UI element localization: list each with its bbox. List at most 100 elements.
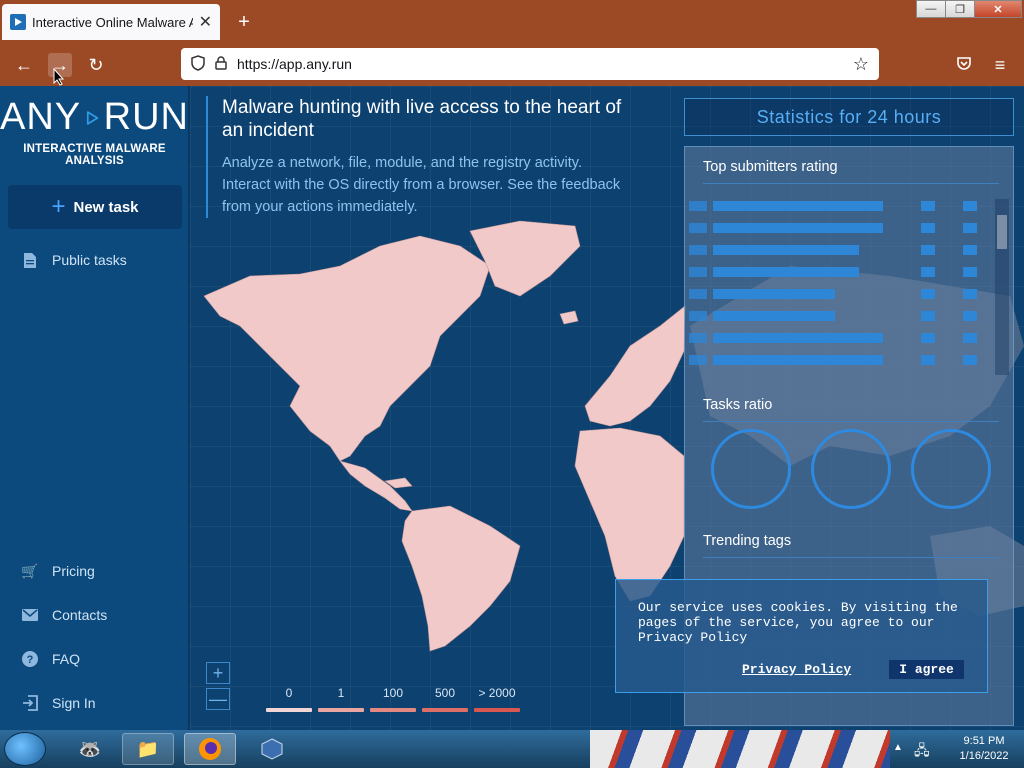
- section-title: Top submitters rating: [703, 159, 838, 175]
- windows-taskbar: 🦝 📁 ▲ 🖧 9:51 PM 1/16/2022: [0, 730, 1024, 768]
- list-item[interactable]: [689, 327, 989, 349]
- cookie-text: Our service uses cookies. By visiting th…: [638, 600, 958, 645]
- list-item[interactable]: [689, 195, 989, 217]
- section-title: Trending tags: [703, 533, 792, 549]
- mouse-cursor-icon: [53, 68, 65, 86]
- list-item[interactable]: [689, 217, 989, 239]
- page-content: ANY RUN INTERACTIVE MALWARE ANALYSIS + N…: [0, 86, 1024, 730]
- headline-title: Malware hunting with live access to the …: [222, 97, 622, 141]
- url-text[interactable]: https://app.any.run: [237, 56, 843, 72]
- agree-button[interactable]: I agree: [889, 660, 964, 679]
- new-task-label: New task: [73, 198, 139, 216]
- network-icon[interactable]: 🖧: [914, 740, 930, 764]
- sidebar-item-label: FAQ: [52, 651, 81, 667]
- ratio-ring-chart[interactable]: [711, 429, 791, 509]
- legend-label: 1: [337, 686, 345, 700]
- sidebar-item-contacts[interactable]: Contacts: [22, 607, 107, 623]
- headline-block: Malware hunting with live access to the …: [206, 96, 626, 218]
- privacy-policy-link[interactable]: Privacy Policy: [742, 662, 851, 677]
- logo-play-icon: [87, 110, 99, 125]
- window-controls: — ❐ ✕: [916, 0, 1022, 18]
- help-icon: ?: [22, 651, 38, 667]
- browser-navbar: ← → ↻ https://app.any.run ☆ ≡: [0, 44, 1024, 86]
- minimize-button[interactable]: —: [916, 0, 946, 18]
- ratio-ring-chart[interactable]: [811, 429, 891, 509]
- list-item[interactable]: [689, 305, 989, 327]
- clock-time: 9:51 PM: [963, 735, 1005, 747]
- list-item[interactable]: [689, 283, 989, 305]
- list-item[interactable]: [689, 239, 989, 261]
- sidebar-item-label: Contacts: [52, 607, 108, 623]
- menu-icon[interactable]: ≡: [988, 53, 1012, 77]
- list-item[interactable]: [689, 349, 989, 371]
- legend-label: 500: [434, 686, 456, 700]
- mail-icon: [22, 607, 38, 623]
- map-zoom-controls: + —: [206, 662, 230, 714]
- shield-icon[interactable]: [191, 54, 205, 74]
- svg-text:?: ?: [27, 654, 34, 666]
- logo-text-right: RUN: [103, 96, 189, 138]
- legend-label: > 2000: [478, 686, 516, 700]
- statistics-header[interactable]: Statistics for 24 hours: [684, 98, 1014, 136]
- clock-date: 1/16/2022: [959, 750, 1009, 762]
- browser-titlebar: Interactive Online Malware Ana ✕ + — ❐ ✕: [0, 0, 1024, 44]
- sidebar-item-pricing[interactable]: 🛒 Pricing: [21, 563, 95, 580]
- virtualbox-icon[interactable]: [246, 733, 298, 765]
- trending-tags-section: Trending tags: [703, 533, 999, 558]
- file-explorer-icon[interactable]: 📁: [122, 733, 174, 765]
- bookmark-star-icon[interactable]: ☆: [853, 54, 869, 75]
- legend-swatch: [474, 708, 520, 712]
- sidebar: ANY RUN INTERACTIVE MALWARE ANALYSIS + N…: [0, 86, 189, 730]
- taskbar-wallpaper-strip: [590, 730, 890, 768]
- legend-swatch: [370, 708, 416, 712]
- tray-chevron-icon[interactable]: ▲: [893, 742, 903, 753]
- legend-swatch: [318, 708, 364, 712]
- restore-button[interactable]: ❐: [945, 0, 975, 18]
- reload-icon[interactable]: ↻: [84, 53, 108, 77]
- legend-label: 0: [285, 686, 293, 700]
- logo-tagline: INTERACTIVE MALWARE ANALYSIS: [23, 143, 166, 167]
- scrollbar-thumb[interactable]: [997, 215, 1007, 249]
- legend-item: 0: [266, 686, 312, 712]
- list-item[interactable]: [689, 261, 989, 283]
- zoom-out-button[interactable]: —: [206, 688, 230, 710]
- tab-close-icon[interactable]: ✕: [199, 12, 212, 32]
- sidebar-item-faq[interactable]: ? FAQ: [22, 651, 80, 667]
- sidebar-item-label: Pricing: [52, 563, 95, 579]
- new-tab-button[interactable]: +: [232, 10, 256, 34]
- zoom-in-button[interactable]: +: [206, 662, 230, 684]
- lock-icon[interactable]: [215, 55, 227, 73]
- new-task-button[interactable]: + New task: [8, 185, 182, 229]
- browser-tab[interactable]: Interactive Online Malware Ana ✕: [2, 4, 220, 40]
- ratio-ring-chart[interactable]: [911, 429, 991, 509]
- section-title: Tasks ratio: [703, 397, 773, 413]
- main-area: Malware hunting with live access to the …: [190, 86, 1024, 730]
- back-arrow-icon[interactable]: ←: [12, 53, 36, 77]
- sign-in-icon: [22, 695, 38, 711]
- tab-title: Interactive Online Malware Ana: [32, 14, 193, 30]
- logo-text-left: ANY: [0, 96, 82, 138]
- submitters-list[interactable]: [689, 195, 989, 371]
- top-submitters-section: Top submitters rating: [703, 159, 999, 184]
- sidebar-item-public-tasks[interactable]: Public tasks: [22, 252, 127, 268]
- sidebar-item-label: Sign In: [52, 695, 96, 711]
- address-bar[interactable]: https://app.any.run ☆: [181, 48, 879, 80]
- submitters-scrollbar[interactable]: [995, 199, 1009, 375]
- legend-item: 500: [422, 686, 468, 712]
- firefox-icon[interactable]: [184, 733, 236, 765]
- sidebar-item-sign-in[interactable]: Sign In: [22, 695, 96, 711]
- map-legend: 0 1 100 500 > 2000: [266, 686, 520, 712]
- raccoon-app-icon[interactable]: 🦝: [64, 733, 116, 765]
- pocket-icon[interactable]: [952, 53, 976, 77]
- close-window-button[interactable]: ✕: [974, 0, 1022, 18]
- document-icon: [22, 252, 38, 268]
- anyrun-logo[interactable]: ANY RUN INTERACTIVE MALWARE ANALYSIS: [0, 96, 189, 167]
- anyrun-favicon-icon: [10, 14, 26, 30]
- legend-swatch: [422, 708, 468, 712]
- cookie-banner: Our service uses cookies. By visiting th…: [615, 579, 988, 693]
- system-clock[interactable]: 9:51 PM 1/16/2022: [944, 730, 1024, 768]
- divider: [703, 421, 999, 422]
- start-button[interactable]: [4, 732, 46, 766]
- legend-item: 1: [318, 686, 364, 712]
- tasks-ratio-section: Tasks ratio: [703, 397, 999, 422]
